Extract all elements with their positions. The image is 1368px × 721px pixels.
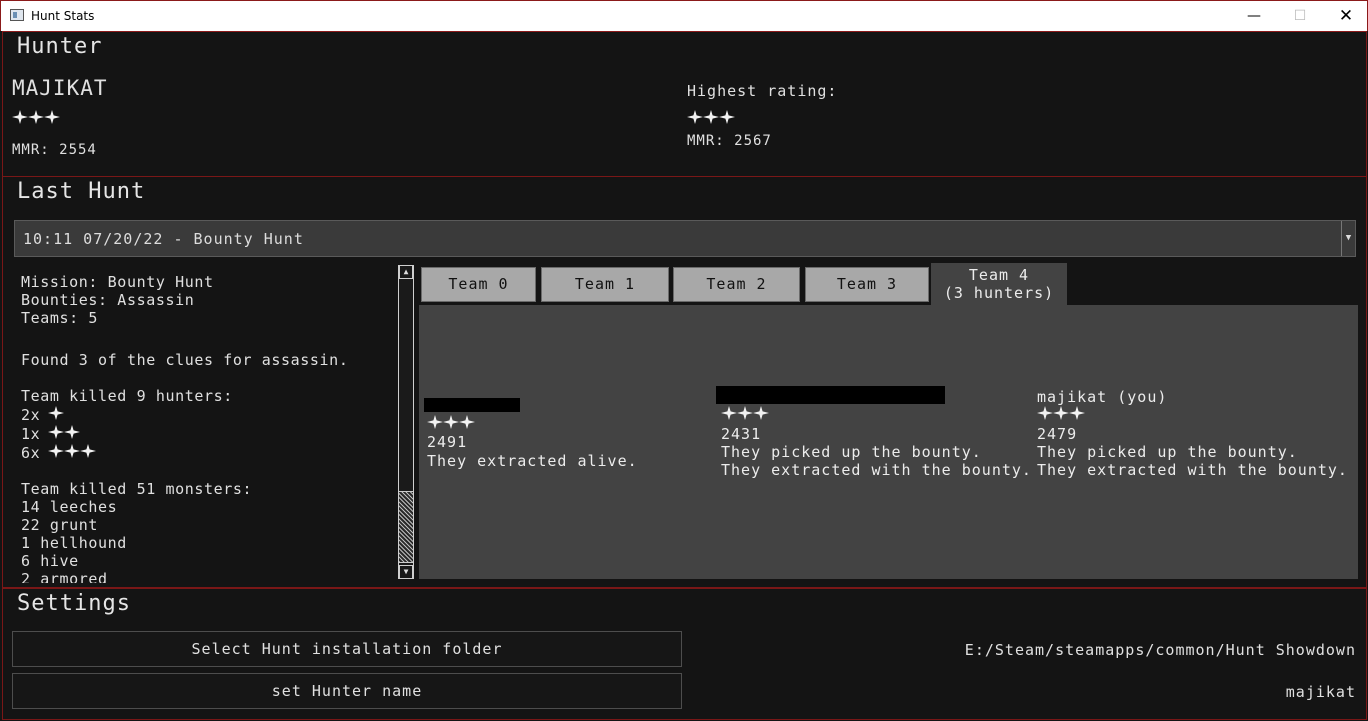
star-icon xyxy=(721,406,737,420)
star-icon xyxy=(427,415,443,429)
star-icon xyxy=(12,110,28,124)
minimize-button[interactable]: — xyxy=(1231,1,1277,31)
hunt-select-dropdown[interactable]: 10:11 07/20/22 - Bounty Hunt ▼ xyxy=(14,220,1356,257)
player-note: They picked up the bounty. xyxy=(721,443,982,461)
star-icon xyxy=(1053,406,1069,420)
monster-item: 6 hive xyxy=(21,552,79,570)
select-folder-button[interactable]: Select Hunt installation folder xyxy=(12,631,682,667)
player-note: They picked up the bounty. xyxy=(1037,443,1298,461)
team-panel xyxy=(419,305,1358,579)
player-note: They extracted alive. xyxy=(427,452,638,470)
star-icon xyxy=(64,443,81,458)
star-icon xyxy=(703,110,719,124)
hunter-name: MAJIKAT xyxy=(12,76,108,100)
settings-section: Settings Select Hunt installation folder… xyxy=(2,588,1367,720)
hunter-section-title: Hunter xyxy=(15,34,105,59)
tab-sublabel: (3 hunters) xyxy=(943,284,1055,302)
star-icon xyxy=(44,110,60,124)
tab-team-0[interactable]: Team 0 xyxy=(421,267,536,302)
player-star-rating xyxy=(427,414,475,430)
player-mmr: 2479 xyxy=(1037,425,1078,443)
selected-hunt: 10:11 07/20/22 - Bounty Hunt xyxy=(23,230,304,248)
star-icon xyxy=(1069,406,1085,420)
player-note: They extracted with the bounty. xyxy=(1037,461,1348,479)
player-star-rating xyxy=(721,405,769,421)
tab-team-3[interactable]: Team 3 xyxy=(805,267,929,302)
star-icon xyxy=(753,406,769,420)
star-icon xyxy=(48,443,65,458)
scroll-down-icon[interactable]: ▼ xyxy=(399,565,413,579)
hunter-star-rating xyxy=(12,109,60,125)
window-titlebar: Hunt Stats — ☐ ✕ xyxy=(0,0,1368,31)
teams-text: Teams: 5 xyxy=(21,309,99,327)
clues-text: Found 3 of the clues for assassin. xyxy=(21,351,349,369)
tab-team-1[interactable]: Team 1 xyxy=(541,267,669,302)
tab-label: Team 4 xyxy=(968,266,1030,284)
hunters-killed-header: Team killed 9 hunters: xyxy=(21,387,233,405)
app-icon xyxy=(10,9,24,21)
last-hunt-section-title: Last Hunt xyxy=(15,179,148,204)
redacted-name xyxy=(716,386,945,404)
star-icon xyxy=(1037,406,1053,420)
kill-count: 1x xyxy=(21,424,41,443)
hunter-kill-row: 2x xyxy=(21,405,396,424)
star-icon xyxy=(459,415,475,429)
player-note: They extracted with the bounty. xyxy=(721,461,1032,479)
chevron-down-icon[interactable]: ▼ xyxy=(1341,221,1355,256)
bounties-text: Bounties: Assassin xyxy=(21,291,195,309)
star-icon xyxy=(443,415,459,429)
player-star-rating xyxy=(1037,405,1085,421)
star-icon xyxy=(687,110,703,124)
close-button[interactable]: ✕ xyxy=(1323,1,1368,31)
kill-star-rating xyxy=(40,405,65,425)
tab-team-4[interactable]: Team 4 (3 hunters) xyxy=(931,263,1067,306)
highest-star-rating xyxy=(687,109,735,125)
hunter-kill-row: 1x xyxy=(21,424,396,443)
player-mmr: 2431 xyxy=(721,425,762,443)
star-icon xyxy=(48,405,65,420)
mission-text: Mission: Bounty Hunt xyxy=(21,273,214,291)
redacted-name xyxy=(424,398,520,412)
monsters-killed-header: Team killed 51 monsters: xyxy=(21,480,253,498)
tab-team-2[interactable]: Team 2 xyxy=(673,267,800,302)
monster-item: 22 grunt xyxy=(21,516,99,534)
kill-star-rating xyxy=(40,443,97,463)
star-icon xyxy=(719,110,735,124)
highest-rating-label: Highest rating: xyxy=(687,82,838,100)
hunter-kill-row: 6x xyxy=(21,443,396,462)
scroll-up-icon[interactable]: ▲ xyxy=(399,265,413,279)
window-title: Hunt Stats xyxy=(31,9,95,23)
player-mmr: 2491 xyxy=(427,433,468,451)
highest-mmr: MMR: 2567 xyxy=(687,133,772,149)
player-name: majikat (you) xyxy=(1037,388,1168,406)
last-hunt-section: Last Hunt 10:11 07/20/22 - Bounty Hunt ▼… xyxy=(2,176,1367,588)
settings-section-title: Settings xyxy=(15,591,133,616)
summary-scrollbar[interactable]: ▲ ▼ xyxy=(398,265,414,579)
kill-count: 6x xyxy=(21,443,41,462)
star-icon xyxy=(28,110,44,124)
set-name-button[interactable]: set Hunter name xyxy=(12,673,682,709)
monster-item: 1 hellhound xyxy=(21,534,127,552)
monster-item: 2 armored xyxy=(21,570,108,583)
star-icon xyxy=(64,424,81,439)
monster-item: 14 leeches xyxy=(21,498,118,516)
star-icon xyxy=(737,406,753,420)
maximize-button[interactable]: ☐ xyxy=(1277,1,1323,31)
folder-path: E:/Steam/steamapps/common/Hunt Showdown xyxy=(964,641,1356,659)
star-icon xyxy=(48,424,65,439)
hunt-summary: Mission: Bounty Hunt Bounties: Assassin … xyxy=(21,273,396,583)
kill-star-rating xyxy=(40,424,81,444)
hunter-mmr: MMR: 2554 xyxy=(12,142,97,158)
hunter-name-value: majikat xyxy=(1285,683,1356,701)
kill-count: 2x xyxy=(21,405,41,424)
hunter-section: Hunter MAJIKAT MMR: 2554 Highest rating:… xyxy=(2,31,1367,177)
scrollbar-thumb[interactable] xyxy=(399,491,413,563)
star-icon xyxy=(80,443,97,458)
